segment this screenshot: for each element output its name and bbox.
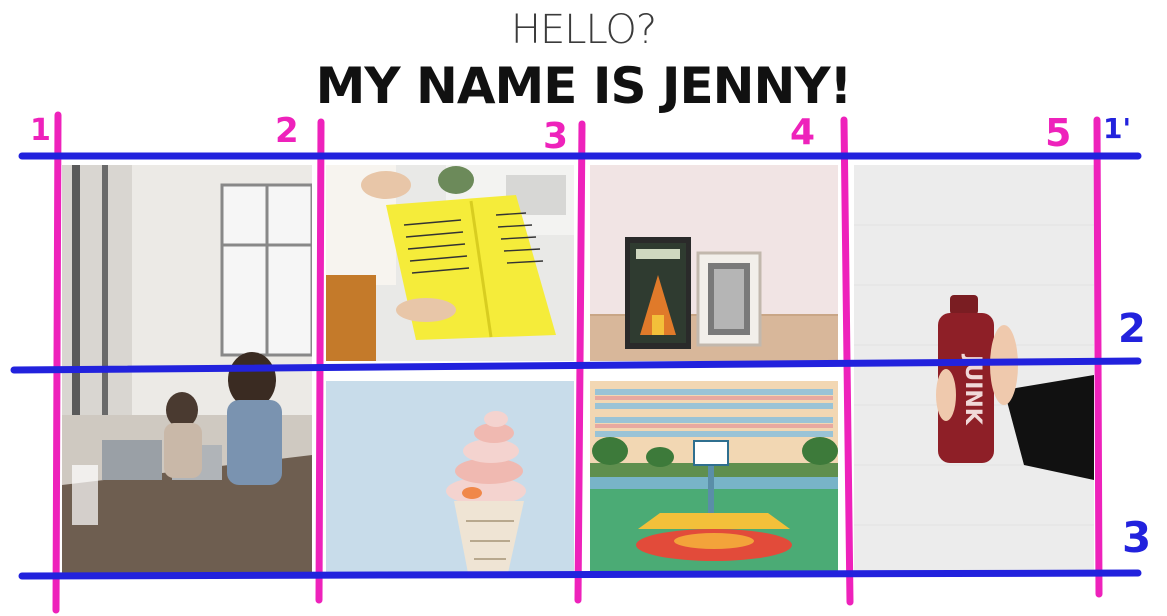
column-line-1 [52,111,62,614]
column-label-1-prime: 1' [1103,112,1131,145]
column-label-5: 5 [1045,111,1071,155]
column-line-2 [315,118,325,604]
row-label-2: 2 [1118,306,1146,352]
column-line-5 [1093,116,1103,598]
column-label-1: 1 [30,113,51,148]
column-label-2: 2 [275,111,299,151]
row-line-3 [18,569,1142,580]
column-label-3: 3 [543,116,568,157]
column-label-4: 4 [790,112,815,153]
row-label-3: 3 [1122,513,1151,562]
row-line-2 [10,357,1142,374]
grid-lines-overlay: 1 2 3 4 5 1' 2 3 [10,111,1151,614]
